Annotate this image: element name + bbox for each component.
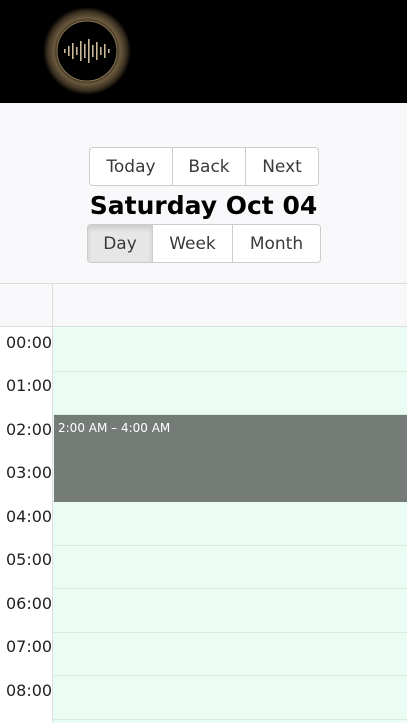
month-view-button[interactable]: Month xyxy=(233,225,320,262)
hour-divider xyxy=(53,719,407,720)
all-day-row[interactable] xyxy=(0,283,407,327)
time-label: 06:00 xyxy=(6,594,53,613)
hour-divider xyxy=(53,588,407,589)
app-header xyxy=(0,0,407,103)
time-label: 03:00 xyxy=(6,463,53,482)
hour-divider xyxy=(53,675,407,676)
time-label: 05:00 xyxy=(6,550,53,569)
hour-divider xyxy=(53,632,407,633)
day-view-button[interactable]: Day xyxy=(88,225,153,262)
current-date-label: Saturday Oct 04 xyxy=(89,191,318,220)
back-button[interactable]: Back xyxy=(173,148,246,185)
time-label: 07:00 xyxy=(6,637,53,656)
time-gutter: 00:00 01:00 02:00 03:00 04:00 05:00 06:0… xyxy=(0,327,53,723)
day-column[interactable]: 2:00 AM – 4:00 AM xyxy=(53,327,407,723)
time-label: 02:00 xyxy=(6,420,53,439)
calendar-toolbar: Today Back Next Saturday Oct 04 Day Week… xyxy=(0,103,407,283)
hour-divider xyxy=(53,545,407,546)
week-view-button[interactable]: Week xyxy=(153,225,233,262)
sound-wave-logo-icon xyxy=(43,7,131,95)
today-button[interactable]: Today xyxy=(90,148,173,185)
calendar-event[interactable]: 2:00 AM – 4:00 AM xyxy=(54,415,407,502)
navigation-button-group: Today Back Next xyxy=(89,147,319,186)
event-time-label: 2:00 AM – 4:00 AM xyxy=(58,421,171,435)
time-label: 08:00 xyxy=(6,681,53,700)
time-label: 04:00 xyxy=(6,507,53,526)
next-button[interactable]: Next xyxy=(246,148,318,185)
all-day-gutter xyxy=(0,284,53,326)
time-label: 01:00 xyxy=(6,376,53,395)
hour-divider xyxy=(53,371,407,372)
time-label: 00:00 xyxy=(6,333,53,352)
view-button-group: Day Week Month xyxy=(87,224,321,263)
time-grid: 00:00 01:00 02:00 03:00 04:00 05:00 06:0… xyxy=(0,327,407,723)
